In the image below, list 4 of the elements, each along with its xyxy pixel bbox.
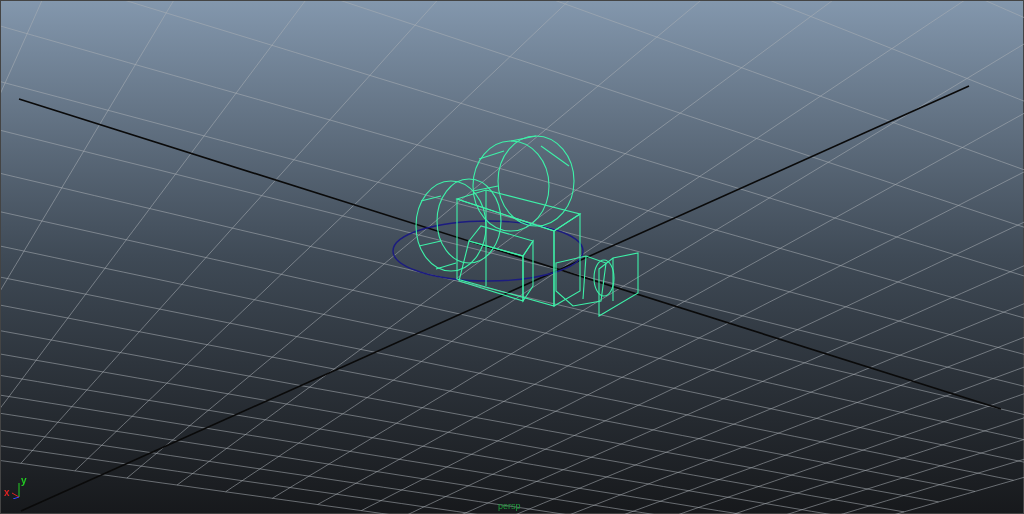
axis-indicator-icon bbox=[12, 483, 20, 499]
axis-label: x bbox=[4, 488, 10, 498]
camera-label: persp bbox=[498, 501, 521, 512]
axis-label: y bbox=[21, 476, 27, 486]
